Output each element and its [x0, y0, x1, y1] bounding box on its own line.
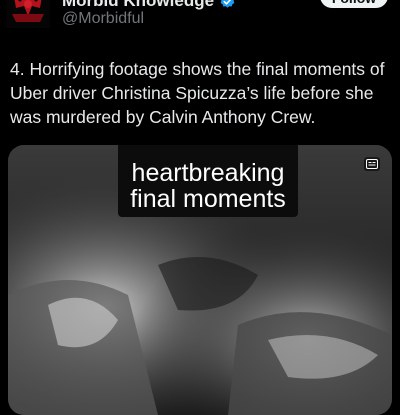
avatar-logo-icon	[6, 0, 50, 28]
user-handle[interactable]: @Morbidful	[62, 10, 144, 28]
post-header: Morbid Knowledge @Morbidful Follow	[0, 0, 400, 30]
caption-line-2: final moments	[130, 185, 286, 213]
captions-icon[interactable]	[364, 157, 380, 171]
video-player[interactable]: heartbreaking final moments	[8, 145, 392, 415]
avatar[interactable]	[6, 0, 50, 28]
verified-badge-icon	[220, 0, 235, 8]
post-text: 4. Horrifying footage shows the final mo…	[10, 59, 385, 127]
caption-line-1: heartbreaking	[131, 159, 285, 187]
follow-button[interactable]: Follow	[320, 0, 388, 8]
video-caption: heartbreaking final moments	[118, 145, 298, 217]
